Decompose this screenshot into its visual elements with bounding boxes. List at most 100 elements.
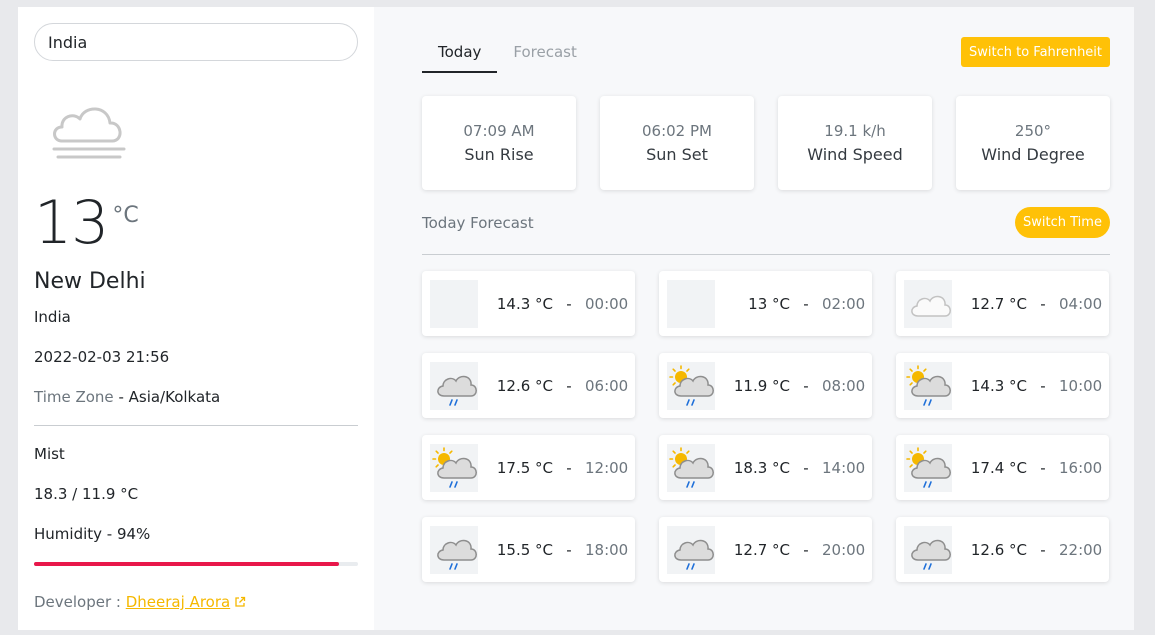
- tab-forecast[interactable]: Forecast: [497, 39, 592, 73]
- hourly-time: 12:00: [585, 458, 629, 477]
- temperature-unit: °C: [112, 203, 139, 228]
- separator: -: [566, 294, 572, 313]
- right-panel: Today Forecast Switch to Fahrenheit 07:0…: [374, 7, 1134, 630]
- hourly-temperature: 14.3 °C: [970, 376, 1027, 395]
- hourly-temperature: 14.3 °C: [496, 294, 553, 313]
- local-datetime: 2022-02-03 21:56: [34, 348, 170, 366]
- tab-bar: Today Forecast: [422, 39, 593, 73]
- separator: -: [803, 376, 809, 395]
- separator: -: [566, 458, 572, 477]
- stat-value: 07:09 AM: [463, 122, 535, 140]
- hourly-time: 20:00: [822, 540, 866, 559]
- hourly-temperature: 15.5 °C: [496, 540, 553, 559]
- hourly-forecast-grid: 14.3 °C -00:00 13 °C -02:00 12.7 °C -04:00 12.…: [422, 271, 1109, 582]
- developer-link[interactable]: Dheeraj Arora: [126, 593, 246, 611]
- today-forecast-title: Today Forecast: [422, 214, 534, 232]
- moon-rain-icon: [667, 525, 715, 574]
- timezone: Time Zone - Asia/Kolkata: [34, 388, 220, 406]
- moon-rain-icon: [430, 361, 478, 410]
- moon-icon: [667, 279, 715, 328]
- moon-cloud-icon: [904, 279, 952, 328]
- hourly-time: 04:00: [1059, 294, 1103, 313]
- sun-rain-icon: [904, 361, 952, 410]
- timezone-separator: -: [113, 388, 129, 406]
- search-input[interactable]: [34, 23, 358, 61]
- hourly-forecast-card: 17.4 °C -16:00: [896, 435, 1109, 500]
- stat-card-sunrise: 07:09 AM Sun Rise: [422, 96, 576, 190]
- hourly-temperature: 12.6 °C: [496, 376, 553, 395]
- developer-name: Dheeraj Arora: [125, 593, 231, 611]
- moon-rain-icon: [430, 525, 478, 574]
- hourly-temperature: 11.9 °C: [733, 376, 790, 395]
- hourly-temperature: 17.4 °C: [970, 458, 1027, 477]
- stat-value: 06:02 PM: [642, 122, 712, 140]
- country-name: India: [34, 308, 71, 326]
- hourly-time: 08:00: [822, 376, 866, 395]
- switch-fahrenheit-button[interactable]: Switch to Fahrenheit: [961, 37, 1110, 67]
- stat-value: 250°: [1014, 122, 1052, 140]
- hourly-forecast-card: 11.9 °C -08:00: [659, 353, 872, 418]
- temperature-value: 13: [34, 188, 109, 258]
- stat-card-wind-degree: 250° Wind Degree: [956, 96, 1110, 190]
- switch-time-button[interactable]: Switch Time: [1015, 207, 1110, 238]
- separator: -: [1040, 458, 1046, 477]
- mist-cloud-icon: [48, 103, 130, 165]
- separator: -: [1040, 294, 1046, 313]
- hourly-time: 18:00: [585, 540, 629, 559]
- moon-rain-icon: [904, 525, 952, 574]
- min-max-temperature: 18.3 / 11.9 °C: [34, 485, 139, 503]
- separator: -: [1040, 540, 1046, 559]
- hourly-forecast-card: 13 °C -02:00: [659, 271, 872, 336]
- hourly-time: 22:00: [1059, 540, 1103, 559]
- left-panel: 13 °C New Delhi India 2022-02-03 21:56 T…: [18, 7, 374, 630]
- separator: -: [803, 458, 809, 477]
- hourly-forecast-card: 14.3 °C -00:00: [422, 271, 635, 336]
- humidity-bar-fill: [34, 562, 339, 566]
- hourly-time: 14:00: [822, 458, 866, 477]
- hourly-temperature: 13 °C: [748, 294, 790, 313]
- humidity-bar: [34, 562, 358, 566]
- sun-rain-icon: [430, 443, 478, 492]
- timezone-value: Asia/Kolkata: [128, 388, 221, 406]
- divider: [34, 425, 358, 426]
- separator: -: [1040, 376, 1046, 395]
- current-temperature: 13 °C: [34, 187, 139, 259]
- stat-card-wind-speed: 19.1 k/h Wind Speed: [778, 96, 932, 190]
- hourly-forecast-card: 12.6 °C -06:00: [422, 353, 635, 418]
- sun-rain-icon: [904, 443, 952, 492]
- hourly-time: 06:00: [585, 376, 629, 395]
- hourly-time: 10:00: [1059, 376, 1103, 395]
- hourly-forecast-card: 15.5 °C -18:00: [422, 517, 635, 582]
- hourly-forecast-card: 18.3 °C -14:00: [659, 435, 872, 500]
- stats-row: 07:09 AM Sun Rise 06:02 PM Sun Set 19.1 …: [422, 96, 1110, 190]
- hourly-temperature: 12.7 °C: [970, 294, 1027, 313]
- hourly-time: 16:00: [1059, 458, 1103, 477]
- hourly-temperature: 18.3 °C: [733, 458, 790, 477]
- hourly-forecast-card: 17.5 °C -12:00: [422, 435, 635, 500]
- hourly-forecast-card: 12.7 °C -20:00: [659, 517, 872, 582]
- timezone-label: Time Zone: [34, 388, 114, 406]
- stat-value: 19.1 k/h: [824, 122, 886, 140]
- separator: -: [803, 540, 809, 559]
- sun-rain-icon: [667, 443, 715, 492]
- city-name: New Delhi: [34, 269, 146, 294]
- developer-credit: Developer : Dheeraj Arora: [34, 593, 246, 612]
- hourly-time: 02:00: [822, 294, 866, 313]
- stat-label: Sun Set: [646, 145, 708, 164]
- tab-today[interactable]: Today: [422, 39, 498, 73]
- weather-condition: Mist: [34, 445, 65, 463]
- external-link-icon: [234, 594, 246, 612]
- stat-label: Sun Rise: [464, 145, 534, 164]
- hourly-temperature: 17.5 °C: [496, 458, 553, 477]
- stat-label: Wind Speed: [807, 145, 903, 164]
- weather-app: 13 °C New Delhi India 2022-02-03 21:56 T…: [18, 7, 1134, 630]
- developer-label: Developer :: [34, 593, 126, 611]
- sun-rain-icon: [667, 361, 715, 410]
- stat-label: Wind Degree: [981, 145, 1085, 164]
- hourly-temperature: 12.6 °C: [970, 540, 1027, 559]
- hourly-forecast-card: 12.7 °C -04:00: [896, 271, 1109, 336]
- hourly-temperature: 12.7 °C: [733, 540, 790, 559]
- divider: [422, 254, 1110, 255]
- separator: -: [566, 540, 572, 559]
- humidity-text: Humidity - 94%: [34, 525, 151, 543]
